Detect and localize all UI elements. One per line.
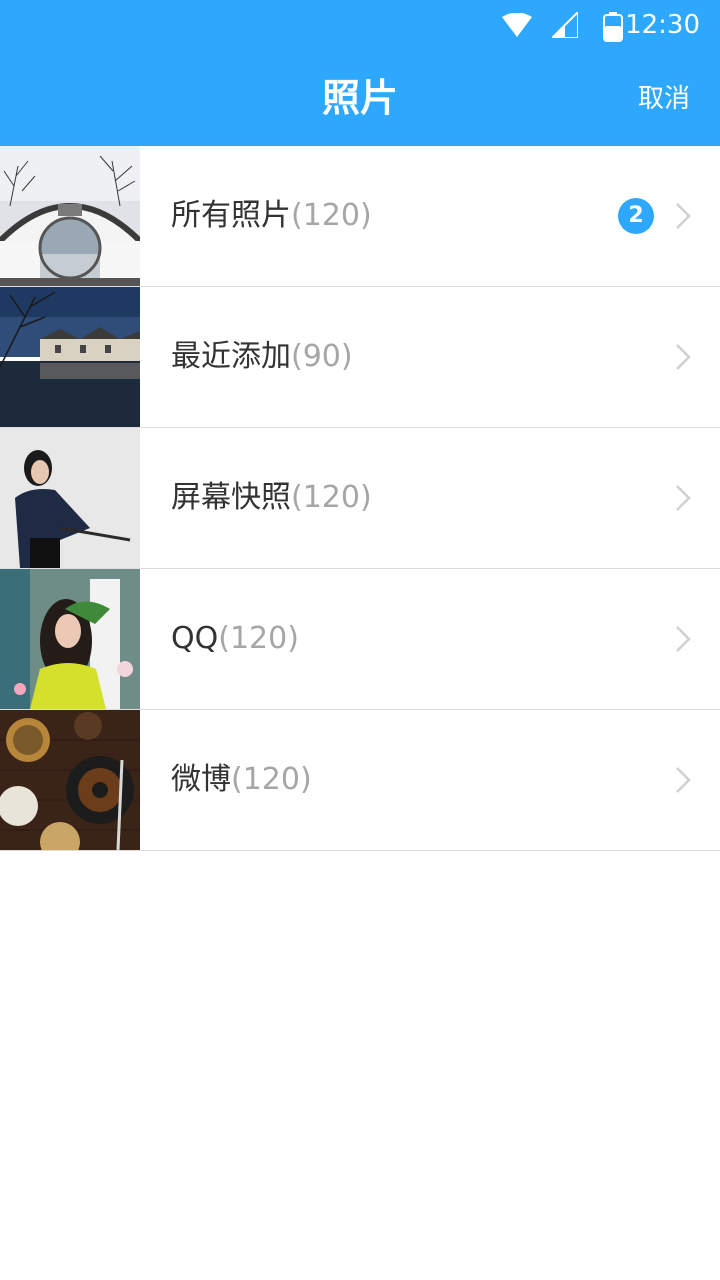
status-time: 12:30 (625, 10, 700, 40)
chevron-right-icon (674, 766, 692, 798)
album-label: 微博(120) (171, 759, 312, 801)
album-thumbnail (0, 146, 140, 286)
album-count: (90) (291, 339, 353, 374)
page-title: 照片 (321, 76, 398, 120)
album-name: 最近添加 (171, 339, 291, 374)
album-label: 屏幕快照(120) (171, 477, 372, 519)
chevron-right-icon (674, 343, 692, 375)
album-label: 所有照片(120) (171, 195, 372, 237)
album-thumbnail (0, 710, 140, 850)
album-name: 屏幕快照 (171, 480, 291, 515)
cancel-button[interactable]: 取消 (638, 82, 690, 116)
album-name: QQ (171, 621, 219, 656)
album-thumbnail (0, 428, 140, 568)
unread-badge: 2 (618, 198, 654, 234)
album-thumbnail (0, 569, 140, 709)
battery-icon (603, 12, 623, 46)
album-row-weibo[interactable]: 微博(120) (0, 710, 720, 851)
album-name: 微博 (171, 762, 231, 797)
album-count: (120) (231, 762, 312, 797)
album-name: 所有照片 (171, 198, 291, 233)
wifi-icon (502, 12, 532, 41)
album-row-all-photos[interactable]: 所有照片(120) 2 (0, 146, 720, 287)
album-label: 最近添加(90) (171, 336, 353, 378)
album-thumbnail (0, 287, 140, 427)
album-count: (120) (291, 480, 372, 515)
album-row-recently-added[interactable]: 最近添加(90) (0, 287, 720, 428)
status-bar: 12:30 (0, 0, 720, 50)
chevron-right-icon (674, 625, 692, 657)
album-row-screenshots[interactable]: 屏幕快照(120) (0, 428, 720, 569)
chevron-right-icon (674, 484, 692, 516)
album-count: (120) (218, 621, 299, 656)
cellular-signal-icon (549, 9, 579, 42)
album-count: (120) (291, 198, 372, 233)
app-header: 12:30 照片 取消 (0, 0, 720, 146)
album-row-qq[interactable]: QQ(120) (0, 569, 720, 710)
album-list: 所有照片(120) 2 最近添加(90) 屏幕快照(120) QQ(120) 微… (0, 146, 720, 851)
chevron-right-icon (674, 202, 692, 234)
album-label: QQ(120) (171, 618, 299, 660)
